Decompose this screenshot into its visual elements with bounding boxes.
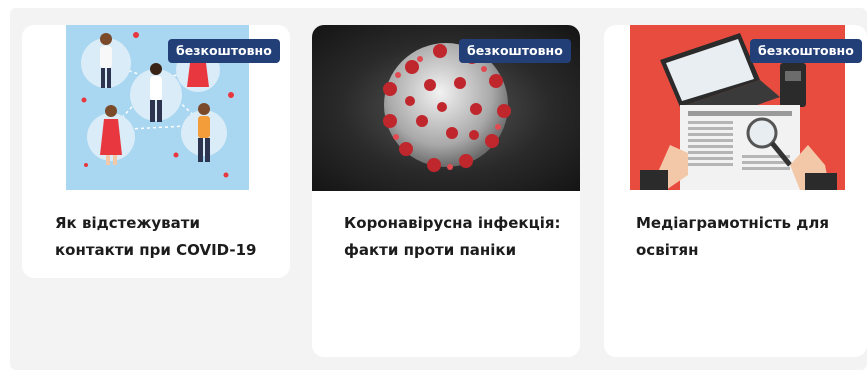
free-badge: безкоштовно — [750, 39, 862, 63]
course-card-coronavirus[interactable]: безкоштовно Коронавірусна інфекція: факт… — [312, 25, 580, 357]
course-card-media-literacy[interactable]: безкоштовно Медіаграмотність для освітян — [604, 25, 867, 357]
course-title[interactable]: Коронавірусна інфекція: факти проти пані… — [344, 210, 569, 264]
course-title[interactable]: Медіаграмотність для освітян — [636, 210, 851, 264]
course-title[interactable]: Як відстежувати контакти при COVID-19 — [55, 210, 265, 264]
free-badge: безкоштовно — [459, 39, 571, 63]
free-badge: безкоштовно — [168, 39, 280, 63]
course-card-contact-tracing[interactable]: безкоштовно Як відстежувати контакти при… — [22, 25, 290, 278]
